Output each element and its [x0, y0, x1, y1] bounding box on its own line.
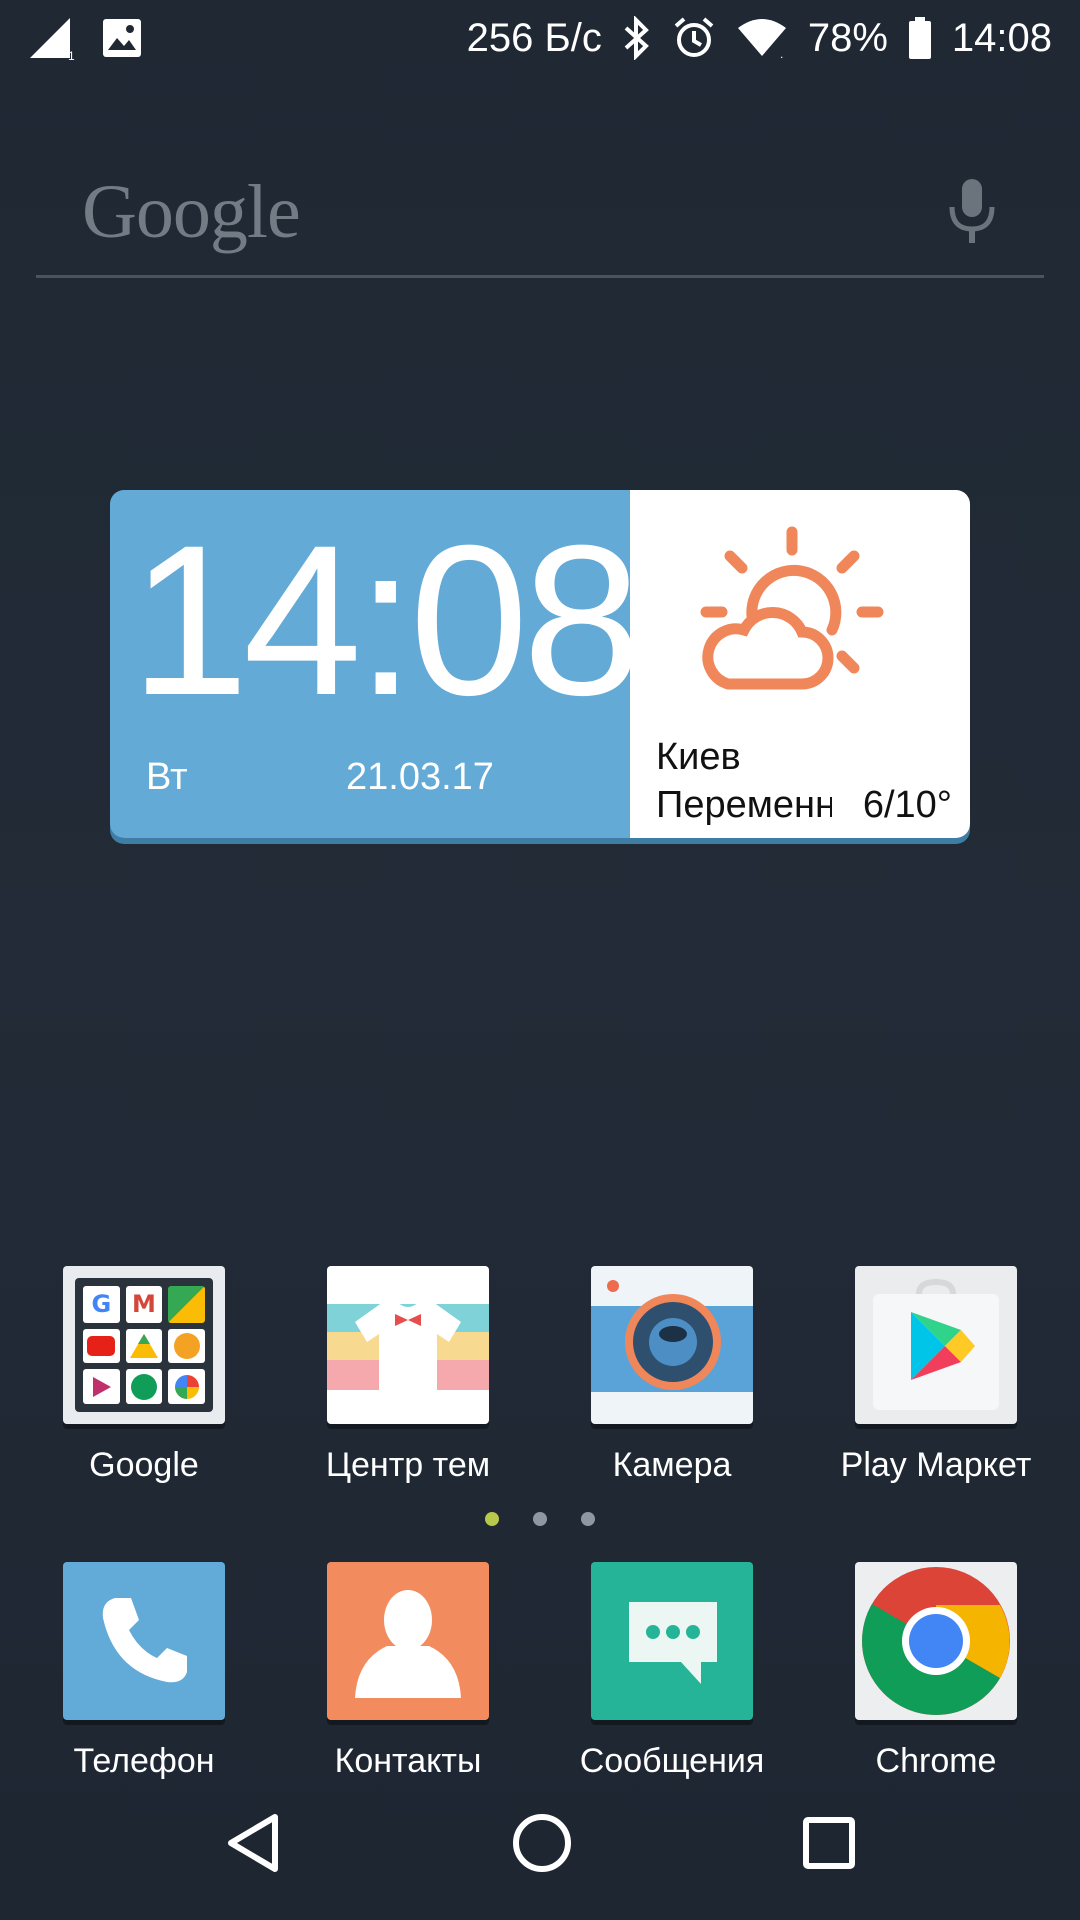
page-indicator: [0, 1512, 1080, 1526]
home-icon[interactable]: [510, 1811, 574, 1879]
camera-icon[interactable]: [591, 1266, 753, 1424]
widget-day: Вт: [146, 756, 188, 798]
phone-icon[interactable]: [63, 1562, 225, 1720]
alarm-icon: [672, 16, 716, 60]
app-google-folder[interactable]: G M Google: [12, 1266, 276, 1485]
app-label: Сообщения: [579, 1742, 765, 1780]
app-label: Chrome: [875, 1742, 997, 1780]
google-search-bar[interactable]: Google: [36, 150, 1044, 278]
partly-cloudy-icon: [692, 526, 892, 700]
home-screen: 1 256 Б/с , 78% 14:08 Google 14:08 Вт 21…: [0, 0, 1080, 1920]
google-folder-icon[interactable]: G M: [63, 1266, 225, 1424]
app-label: Камера: [612, 1446, 732, 1484]
page-dot[interactable]: [533, 1512, 547, 1526]
google-logo: Google: [82, 170, 301, 254]
page-dot[interactable]: [581, 1512, 595, 1526]
themes-icon[interactable]: [327, 1266, 489, 1424]
bluetooth-icon: [622, 16, 652, 60]
status-time: 14:08: [951, 16, 1052, 60]
weather-temperature: 6/10°: [862, 784, 952, 826]
dock: Телефон Контакты Сообщения Chrome: [0, 1562, 1080, 1781]
app-themes[interactable]: Центр тем: [276, 1266, 540, 1485]
network-speed: 256 Б/с: [466, 16, 602, 60]
battery-icon: [908, 16, 932, 60]
dock-messages[interactable]: Сообщения: [540, 1562, 804, 1781]
status-bar: 1 256 Б/с , 78% 14:08: [0, 0, 1080, 76]
dock-phone[interactable]: Телефон: [12, 1562, 276, 1781]
clock-weather-widget[interactable]: 14:08 Вт 21.03.17 Киев Переменн 6/10°: [110, 490, 970, 838]
app-play-store[interactable]: Play Маркет: [804, 1266, 1068, 1485]
back-icon[interactable]: [223, 1811, 283, 1879]
play-store-icon[interactable]: [855, 1266, 1017, 1424]
signal-icon: 1: [28, 16, 76, 60]
weather-city: Киев: [656, 736, 741, 778]
page-dot-active[interactable]: [485, 1512, 499, 1526]
chrome-icon[interactable]: [855, 1562, 1017, 1720]
dock-chrome[interactable]: Chrome: [804, 1562, 1068, 1781]
svg-text:1: 1: [68, 49, 75, 60]
app-camera[interactable]: Камера: [540, 1266, 804, 1485]
widget-time: 14:08: [130, 501, 642, 740]
image-icon: [102, 18, 142, 58]
app-label: Телефон: [73, 1742, 215, 1780]
weather-condition: Переменная облачность: [656, 784, 832, 826]
svg-text:,: ,: [780, 47, 783, 58]
clock-pane[interactable]: 14:08 Вт 21.03.17: [110, 490, 642, 838]
weather-pane[interactable]: Киев Переменная облачность 6/10°: [630, 490, 970, 838]
navigation-bar: [0, 1790, 1080, 1900]
app-label: Центр тем: [325, 1446, 491, 1484]
wifi-icon: ,: [736, 18, 788, 58]
app-label: Google: [89, 1446, 199, 1484]
dock-contacts[interactable]: Контакты: [276, 1562, 540, 1781]
messages-icon[interactable]: [591, 1562, 753, 1720]
app-grid-row: G M Google Центр тем Камера Play Маркет: [0, 1266, 1080, 1485]
recents-icon[interactable]: [801, 1815, 857, 1875]
battery-level: 78%: [807, 16, 888, 60]
widget-date: 21.03.17: [346, 756, 494, 798]
contacts-icon[interactable]: [327, 1562, 489, 1720]
app-label: Play Маркет: [840, 1446, 1032, 1484]
app-label: Контакты: [334, 1742, 482, 1780]
mic-icon[interactable]: [946, 177, 998, 249]
